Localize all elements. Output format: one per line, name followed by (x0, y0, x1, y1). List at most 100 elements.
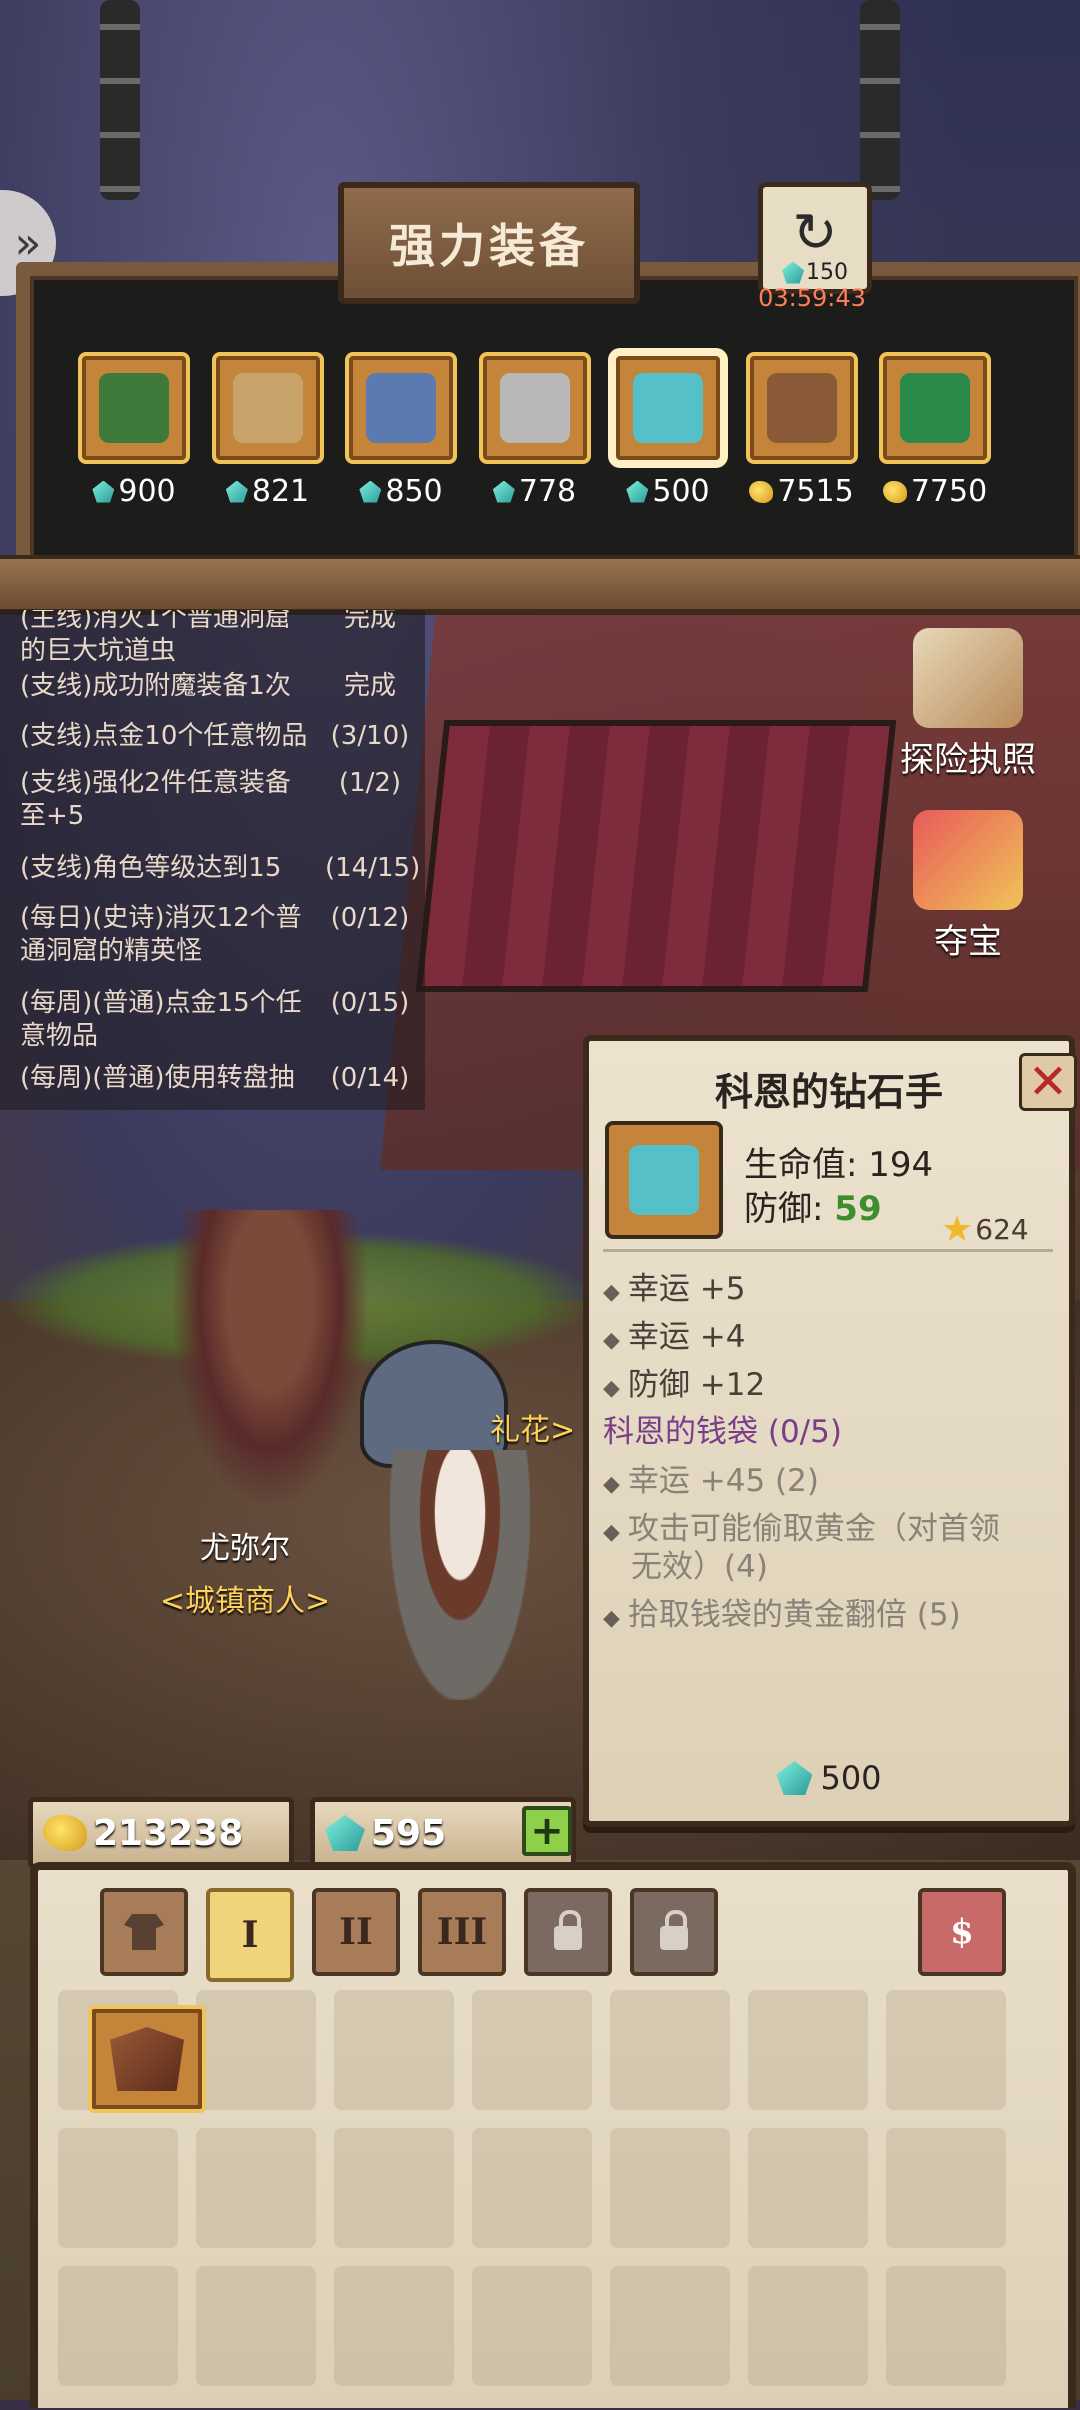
quest-status: (3/10) (330, 721, 410, 751)
inventory-slot[interactable] (748, 1990, 868, 2110)
sell-button[interactable]: $ (918, 1888, 1006, 1976)
lock-icon (554, 1910, 582, 1950)
winged-helmet-icon (366, 373, 436, 443)
item-price: 778 (479, 474, 591, 509)
shop-item[interactable]: 500 (612, 352, 724, 522)
staff-icon (99, 373, 169, 443)
gem-icon (626, 480, 649, 503)
shop-item[interactable]: 7750 (879, 352, 991, 522)
item-name: 科恩的钻石手 (714, 1070, 943, 1114)
inventory-slot[interactable] (610, 2266, 730, 2386)
shop-items: 900 821 850 778 500 7515 7750 (78, 352, 1018, 522)
refresh-button[interactable]: ↻ 150 (758, 182, 872, 294)
item-slot[interactable] (345, 352, 457, 464)
player-character[interactable] (390, 1450, 530, 1700)
gem-icon (225, 480, 248, 503)
item-price: 900 (78, 474, 190, 509)
tab-locked-2[interactable] (630, 1888, 718, 1976)
inventory-slot[interactable] (58, 2128, 178, 2248)
item-slot[interactable] (745, 352, 858, 464)
hp-stat: 生命值: 194 (744, 1145, 934, 1185)
gem-icon (325, 1815, 365, 1851)
item-slot[interactable] (78, 352, 190, 464)
gold-icon (43, 1815, 87, 1851)
quest-text: (每周)(普通)点金15个任意物品 (20, 988, 302, 1051)
refresh-timer: 03:59:43 (758, 284, 866, 312)
helmet-npc[interactable] (360, 1340, 508, 1468)
inventory-item-box[interactable] (88, 2005, 206, 2113)
inventory-slot[interactable] (334, 1990, 454, 2110)
refresh-icon: ↻ (792, 201, 838, 264)
treasure-button[interactable]: 夺宝 (888, 810, 1048, 963)
merchant-npc[interactable] (170, 1210, 370, 1510)
quest-text: (每周)(普通)使用转盘抽 (20, 1063, 295, 1093)
license-button[interactable]: 探险执照 (888, 628, 1048, 781)
gem-icon (492, 480, 515, 503)
gem-icon (359, 480, 382, 503)
inventory-slot[interactable] (886, 1990, 1006, 2110)
gold-icon (749, 480, 774, 503)
inventory-slot[interactable] (472, 2266, 592, 2386)
item-price: 7750 (879, 474, 991, 509)
quest-list[interactable]: (主线)消灭1个普通洞窟的巨大坑道虫 完成 (支线)成功附魔装备1次 完成 (支线)点金… (0, 610, 425, 1110)
tab-page-3[interactable]: III (418, 1888, 506, 1976)
shop-item[interactable]: 7515 (745, 352, 858, 522)
emerald-ring-icon (900, 373, 970, 443)
shop-item[interactable]: 900 (78, 352, 190, 522)
item-slot[interactable] (612, 352, 724, 464)
item-slot[interactable] (879, 352, 991, 464)
set-bonus-line: 无效）(4) (631, 1549, 768, 1585)
quest-text: (每日)(史诗)消灭12个普通洞窟的精英怪 (20, 903, 302, 966)
inventory-slot[interactable] (886, 2266, 1006, 2386)
item-slot[interactable] (211, 352, 324, 464)
inventory-slot[interactable] (748, 2128, 868, 2248)
lock-icon (660, 1910, 688, 1950)
gold-counter: 213238 (28, 1797, 294, 1869)
close-button[interactable]: ✕ (1019, 1053, 1077, 1111)
inventory-slot[interactable] (748, 2266, 868, 2386)
item-price: 821 (212, 474, 324, 509)
quest-text: (支线)强化2件任意装备至+5 (20, 768, 291, 831)
tab-page-1[interactable]: I (206, 1888, 294, 1982)
inventory-slot[interactable] (196, 1990, 316, 2110)
gift-label: 礼花> (490, 1413, 576, 1448)
shop-awning (415, 720, 897, 992)
inventory-slot[interactable] (334, 2128, 454, 2248)
gem-icon (782, 261, 804, 284)
gem-icon (92, 480, 115, 503)
inventory-slot[interactable] (334, 2266, 454, 2386)
shop-title: 强力装备 (338, 182, 640, 304)
rating: ★ 624 (941, 1209, 1029, 1250)
tab-apparel[interactable] (100, 1888, 188, 1976)
gold-icon (882, 480, 907, 503)
inventory-slot[interactable] (886, 2128, 1006, 2248)
inventory-grid (58, 1990, 1048, 2410)
shop-shelf (0, 555, 1080, 615)
chain-right (860, 0, 900, 200)
inventory-slot[interactable] (58, 2266, 178, 2386)
inventory-slot[interactable] (610, 2128, 730, 2248)
shop-item[interactable]: 778 (478, 352, 591, 522)
quest-text: (支线)成功附魔装备1次 (20, 671, 291, 701)
quest-status: (0/14) (330, 1063, 410, 1093)
straw-hat-icon (232, 373, 303, 443)
inventory-slot[interactable] (196, 2266, 316, 2386)
star-icon: ★ (941, 1209, 974, 1250)
add-gems-button[interactable]: + (522, 1806, 572, 1856)
shop-item[interactable]: 850 (345, 352, 457, 522)
quest-text: (主线)消灭1个普通洞窟的巨大坑道虫 (20, 610, 291, 666)
tab-page-2[interactable]: II (312, 1888, 400, 1976)
inventory-slot[interactable] (472, 2128, 592, 2248)
item-slot[interactable] (478, 352, 591, 464)
shop-item[interactable]: 821 (211, 352, 324, 522)
quest-status: (0/15) (330, 988, 410, 1018)
gift-box-icon (913, 810, 1023, 910)
bonus-line: ◆ 防御 +12 (603, 1367, 766, 1403)
inventory-slot[interactable] (196, 2128, 316, 2248)
tab-locked-1[interactable] (524, 1888, 612, 1976)
refresh-cost: 150 (782, 260, 848, 285)
inventory-slot[interactable] (610, 1990, 730, 2110)
set-bonus-line: ◆ 幸运 +45 (2) (603, 1463, 819, 1499)
inventory-slot[interactable] (472, 1990, 592, 2110)
npc-name: 尤弥尔 (200, 1531, 290, 1566)
